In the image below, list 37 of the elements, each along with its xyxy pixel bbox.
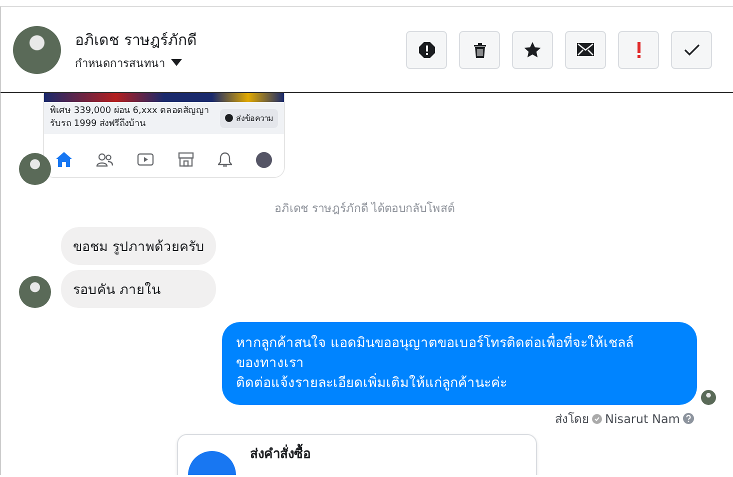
contact-name: อภิเดช ราษฎร์ภักดี xyxy=(75,30,198,50)
messenger-icon xyxy=(225,114,233,122)
envelope-icon xyxy=(577,43,594,56)
contact-avatar xyxy=(19,153,51,185)
profile-icon xyxy=(256,152,272,168)
video-icon xyxy=(137,152,154,166)
star-icon xyxy=(524,42,541,58)
assign-conversation-dropdown[interactable]: กำหนดการสนทนา xyxy=(75,54,182,72)
report-spam-button[interactable] xyxy=(406,30,447,68)
alert-octagon-icon xyxy=(418,42,434,58)
offer-text: พิเศษ 339,000 ผ่อน 6,xxx ตลอดสัญญา รับรถ 1999 ส่งฟรีถึงบ้าน xyxy=(50,105,210,131)
check-circle-icon xyxy=(592,414,602,424)
incoming-message: ขอชม รูปภาพด้วยครับ xyxy=(61,227,216,265)
reply-notice: อภิเดช ราษฎร์ภักดี ได้ตอบกลับโพสต์ xyxy=(273,200,456,217)
trash-icon xyxy=(472,42,486,58)
sent-by-label: ส่งโดย xyxy=(555,411,589,428)
star-button[interactable] xyxy=(512,30,553,68)
order-title: ส่งคำสั่งซื้อ xyxy=(250,443,311,475)
sender-name: Nisarut Nam xyxy=(605,412,680,426)
home-icon xyxy=(56,152,72,167)
done-button[interactable] xyxy=(671,30,712,68)
mark-important-button[interactable] xyxy=(618,30,659,68)
sender-avatar xyxy=(701,390,716,405)
checkmark-icon xyxy=(684,44,700,56)
exclamation-icon xyxy=(636,42,640,58)
incoming-message: รอบคัน ภายใน xyxy=(61,270,216,308)
delete-button[interactable] xyxy=(459,30,500,68)
send-message-chip: ส่งข้อความ xyxy=(220,108,278,128)
bell-icon xyxy=(218,152,232,168)
profile-avatar xyxy=(13,26,61,74)
people-icon xyxy=(96,152,113,166)
help-icon xyxy=(683,413,694,424)
contact-avatar xyxy=(19,276,51,308)
caret-icon xyxy=(171,59,182,66)
outgoing-message: หากลูกค้าสนใจ แอดมินขออนุญาตขอเบอร์โทรติดต่อเพื่อที่จะให้เชลล์ ของทางเรา ติดต่อแจ้งรายละเอียดเพิ่มเติมให้แก่ลูกค้านะค่ะ xyxy=(222,322,697,405)
mark-unread-button[interactable] xyxy=(565,30,606,68)
store-icon xyxy=(178,152,194,167)
